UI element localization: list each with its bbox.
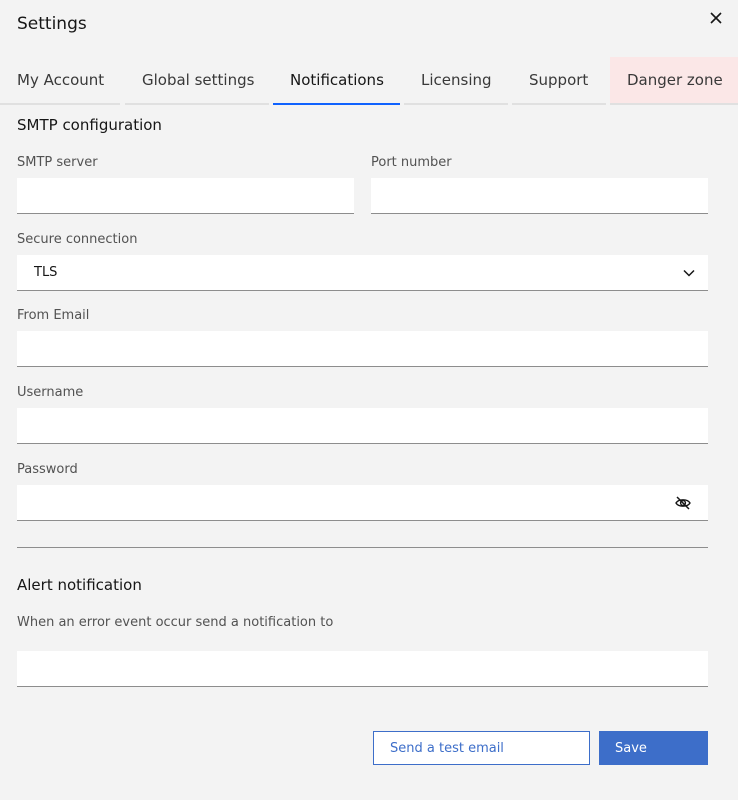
from-email-input[interactable] — [17, 331, 708, 366]
close-button[interactable] — [706, 8, 726, 28]
eye-off-icon[interactable] — [674, 494, 692, 512]
settings-modal: Settings My Account Global settings Noti… — [0, 0, 738, 800]
chevron-down-icon — [683, 269, 695, 277]
secure-connection-value: TLS — [34, 265, 58, 280]
tab-notifications[interactable]: Notifications — [273, 57, 400, 105]
tab-global-settings[interactable]: Global settings — [125, 57, 269, 105]
alert-recipient-field[interactable] — [17, 651, 708, 687]
smtp-server-input[interactable] — [17, 178, 354, 213]
save-button[interactable]: Save — [599, 731, 708, 765]
alert-recipient-input[interactable] — [17, 651, 708, 686]
password-field[interactable] — [17, 485, 708, 521]
modal-title: Settings — [17, 14, 87, 34]
from-email-label: From Email — [17, 308, 90, 323]
from-email-field[interactable] — [17, 331, 708, 367]
password-input[interactable] — [17, 485, 708, 520]
tab-danger-zone[interactable]: Danger zone — [610, 57, 738, 105]
section-divider — [17, 547, 708, 548]
username-input[interactable] — [17, 408, 708, 443]
tab-my-account[interactable]: My Account — [0, 57, 120, 105]
port-number-field[interactable] — [371, 178, 708, 214]
secure-connection-select[interactable]: TLS — [17, 255, 708, 291]
username-label: Username — [17, 385, 84, 400]
tab-licensing[interactable]: Licensing — [404, 57, 508, 105]
smtp-section-title: SMTP configuration — [17, 116, 162, 134]
secure-connection-label: Secure connection — [17, 232, 138, 247]
smtp-server-field[interactable] — [17, 178, 354, 214]
alert-description: When an error event occur send a notific… — [17, 615, 334, 630]
port-number-input[interactable] — [371, 178, 708, 213]
port-number-label: Port number — [371, 155, 452, 170]
settings-tabs: My Account Global settings Notifications… — [0, 57, 738, 105]
alert-section-title: Alert notification — [17, 576, 142, 594]
smtp-server-label: SMTP server — [17, 155, 98, 170]
send-test-email-button[interactable]: Send a test email — [373, 731, 590, 765]
tab-support[interactable]: Support — [512, 57, 606, 105]
password-label: Password — [17, 462, 78, 477]
username-field[interactable] — [17, 408, 708, 444]
close-icon — [710, 12, 722, 24]
